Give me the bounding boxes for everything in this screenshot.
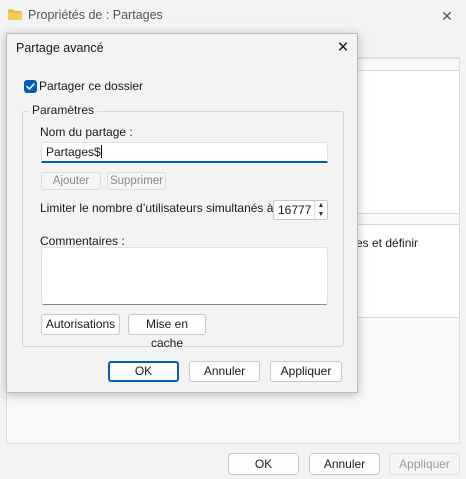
text-caret <box>100 145 102 158</box>
properties-window-title: Propriétés de : Partages <box>28 8 163 22</box>
share-folder-label[interactable]: Partager ce dossier <box>39 79 143 93</box>
close-icon[interactable]: ✕ <box>333 38 353 58</box>
share-folder-checkbox[interactable] <box>24 80 37 93</box>
remove-button: Supprimer <box>107 172 166 190</box>
advanced-sharing-dialog: Partage avancé ✕ Partager ce dossier Par… <box>6 33 358 393</box>
caching-button[interactable]: Mise en cache <box>128 314 206 350</box>
properties-ok-button[interactable]: OK <box>228 453 299 475</box>
chevron-down-icon[interactable]: ▼ <box>314 210 327 219</box>
cancel-button[interactable]: Annuler <box>189 361 260 382</box>
user-limit-label: Limiter le nombre d’utilisateurs simulta… <box>40 201 281 215</box>
apply-button[interactable]: Appliquer <box>270 361 342 382</box>
checkmark-icon <box>26 83 35 90</box>
user-limit-stepper[interactable]: 16777 ▲ ▼ <box>273 200 328 220</box>
share-name-label: Nom du partage : <box>40 125 133 139</box>
comments-label: Commentaires : <box>40 234 125 248</box>
chevron-up-icon[interactable]: ▲ <box>314 201 327 210</box>
dialog-title: Partage avancé <box>16 41 104 55</box>
properties-apply-button: Appliquer <box>389 453 460 475</box>
properties-partial-text: es et définir <box>356 236 419 250</box>
folder-icon <box>8 9 22 20</box>
properties-titlebar: Propriétés de : Partages ✕ <box>0 0 466 32</box>
permissions-button[interactable]: Autorisations <box>41 314 120 335</box>
user-limit-value[interactable]: 16777 <box>278 203 311 217</box>
properties-group-box <box>356 70 460 214</box>
ok-button[interactable]: OK <box>108 361 179 382</box>
properties-cancel-button[interactable]: Annuler <box>309 453 380 475</box>
parameters-legend: Paramètres <box>29 103 98 117</box>
comments-textarea[interactable] <box>41 247 328 305</box>
share-name-input[interactable]: Partages$ <box>41 142 328 163</box>
properties-close-icon[interactable]: ✕ <box>436 6 458 26</box>
add-button: Ajouter <box>41 172 101 190</box>
share-name-value: Partages$ <box>46 145 101 159</box>
